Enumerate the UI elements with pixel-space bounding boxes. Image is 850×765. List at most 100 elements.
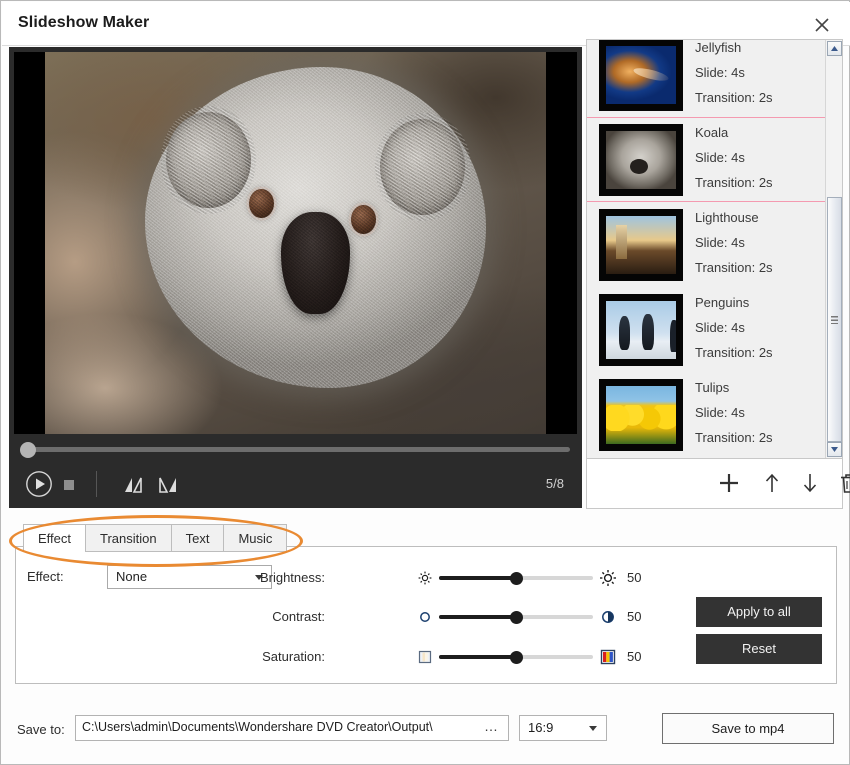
trash-icon[interactable]	[835, 469, 850, 497]
slide-list[interactable]: JellyfishSlide: 4sTransition: 2sKoalaSli…	[586, 39, 843, 459]
plus-icon[interactable]	[715, 469, 743, 497]
scroll-up-icon[interactable]	[827, 41, 842, 56]
slide-thumbnail	[599, 294, 683, 366]
art-tulips-artwork	[606, 386, 676, 444]
preview-player: 5/8	[9, 47, 582, 508]
slide-counter: 5/8	[546, 476, 564, 491]
slide-list-item[interactable]: KoalaSlide: 4sTransition: 2s	[587, 117, 826, 202]
scroll-down-icon[interactable]	[827, 442, 842, 457]
tab-transition[interactable]: Transition	[85, 524, 171, 552]
seek-bar[interactable]	[14, 439, 577, 459]
saturation-track[interactable]	[439, 655, 593, 659]
tab-music[interactable]: Music	[223, 524, 287, 552]
slide-thumbnail-image	[606, 131, 676, 189]
slide-list-items: JellyfishSlide: 4sTransition: 2sKoalaSli…	[587, 39, 826, 457]
letterbox-right	[546, 52, 577, 434]
brightness-fill	[439, 576, 516, 580]
koala-eye-left	[249, 189, 274, 218]
video-stage	[14, 52, 577, 434]
flip-horizontal-icon[interactable]	[121, 473, 145, 497]
letterbox-left	[14, 52, 45, 434]
slide-meta: PenguinsSlide: 4sTransition: 2s	[695, 290, 820, 365]
output-path-field[interactable]: C:\Users\admin\Documents\Wondershare DVD…	[75, 715, 509, 741]
save-to-mp4-button[interactable]: Save to mp4	[662, 713, 834, 744]
slide-name: Penguins	[695, 290, 820, 315]
slide-thumbnail-image	[606, 216, 676, 274]
flip-vertical-icon[interactable]	[156, 473, 180, 497]
close-icon[interactable]	[808, 11, 836, 39]
slide-meta: TulipsSlide: 4sTransition: 2s	[695, 375, 820, 450]
chevron-down-icon	[589, 726, 597, 731]
slideshow-maker-window: Slideshow Maker	[0, 0, 850, 765]
effect-select[interactable]: None	[107, 565, 272, 589]
art-penguins-artwork	[606, 301, 676, 359]
slide-thumbnail-image	[606, 386, 676, 444]
tab-text[interactable]: Text	[171, 524, 224, 552]
apply-to-all-button[interactable]: Apply to all	[696, 597, 822, 627]
slide-thumbnail	[599, 209, 683, 281]
slide-duration: Slide: 4s	[695, 315, 820, 340]
slide-transition: Transition: 2s	[695, 340, 820, 365]
effect-label: Effect:	[27, 569, 64, 584]
slide-transition: Transition: 2s	[695, 85, 820, 110]
slide-meta: KoalaSlide: 4sTransition: 2s	[695, 120, 820, 195]
window-title: Slideshow Maker	[18, 14, 149, 32]
koala-ear-left	[166, 112, 251, 208]
slide-transition: Transition: 2s	[695, 170, 820, 195]
koala-eye-right	[351, 205, 376, 234]
slide-thumbnail	[599, 124, 683, 196]
slide-meta: JellyfishSlide: 4sTransition: 2s	[695, 39, 820, 110]
save-to-label: Save to:	[17, 722, 65, 737]
play-icon[interactable]	[25, 470, 53, 498]
brightness-value: 50	[627, 570, 641, 585]
arrow-down-icon[interactable]	[796, 469, 824, 497]
art-koala-artwork	[606, 131, 676, 189]
slide-list-scrollbar[interactable]	[825, 40, 842, 458]
slide-transition: Transition: 2s	[695, 425, 820, 450]
art-jellyfish-artwork	[606, 46, 676, 104]
brightness-small-icon	[417, 570, 433, 586]
contrast-thumb[interactable]	[510, 611, 523, 624]
slide-list-item[interactable]: JellyfishSlide: 4sTransition: 2s	[587, 39, 826, 117]
aspect-ratio-value: 16:9	[528, 720, 553, 735]
aspect-ratio-select[interactable]: 16:9	[519, 715, 607, 741]
seek-thumb[interactable]	[20, 442, 36, 458]
saturation-thumb[interactable]	[510, 651, 523, 664]
preview-image	[45, 52, 546, 434]
contrast-label: Contrast:	[272, 609, 325, 624]
slide-meta: LighthouseSlide: 4sTransition: 2s	[695, 205, 820, 280]
stop-icon[interactable]	[64, 480, 74, 490]
contrast-track[interactable]	[439, 615, 593, 619]
slide-thumbnail-image	[606, 46, 676, 104]
player-controls: 5/8	[9, 463, 582, 508]
brightness-track[interactable]	[439, 576, 593, 580]
reset-button[interactable]: Reset	[696, 634, 822, 664]
saturation-small-icon	[417, 649, 433, 665]
slide-name: Lighthouse	[695, 205, 820, 230]
browse-button[interactable]: …	[478, 719, 504, 737]
saturation-value: 50	[627, 649, 641, 664]
brightness-label: Brightness:	[260, 570, 325, 585]
slide-list-item[interactable]: LighthouseSlide: 4sTransition: 2s	[587, 202, 826, 287]
scrollbar-thumb[interactable]	[827, 197, 842, 442]
effect-selected-value: None	[116, 569, 147, 584]
slide-list-toolbar	[586, 459, 843, 509]
slide-name: Jellyfish	[695, 39, 820, 60]
slide-duration: Slide: 4s	[695, 230, 820, 255]
saturation-label: Saturation:	[262, 649, 325, 664]
slide-list-item[interactable]: TulipsSlide: 4sTransition: 2s	[587, 372, 826, 457]
arrow-up-icon[interactable]	[758, 469, 786, 497]
brightness-large-icon	[599, 569, 617, 587]
saturation-large-icon	[599, 648, 617, 666]
slide-list-item[interactable]: PenguinsSlide: 4sTransition: 2s	[587, 287, 826, 372]
contrast-large-icon	[599, 608, 617, 626]
seek-track[interactable]	[24, 447, 570, 452]
koala-nose	[281, 212, 349, 315]
brightness-thumb[interactable]	[510, 572, 523, 585]
contrast-small-icon	[417, 609, 433, 625]
slide-duration: Slide: 4s	[695, 400, 820, 425]
active-tab-connector	[24, 545, 76, 548]
slide-name: Tulips	[695, 375, 820, 400]
scrollbar-grip	[831, 316, 838, 324]
slide-duration: Slide: 4s	[695, 60, 820, 85]
